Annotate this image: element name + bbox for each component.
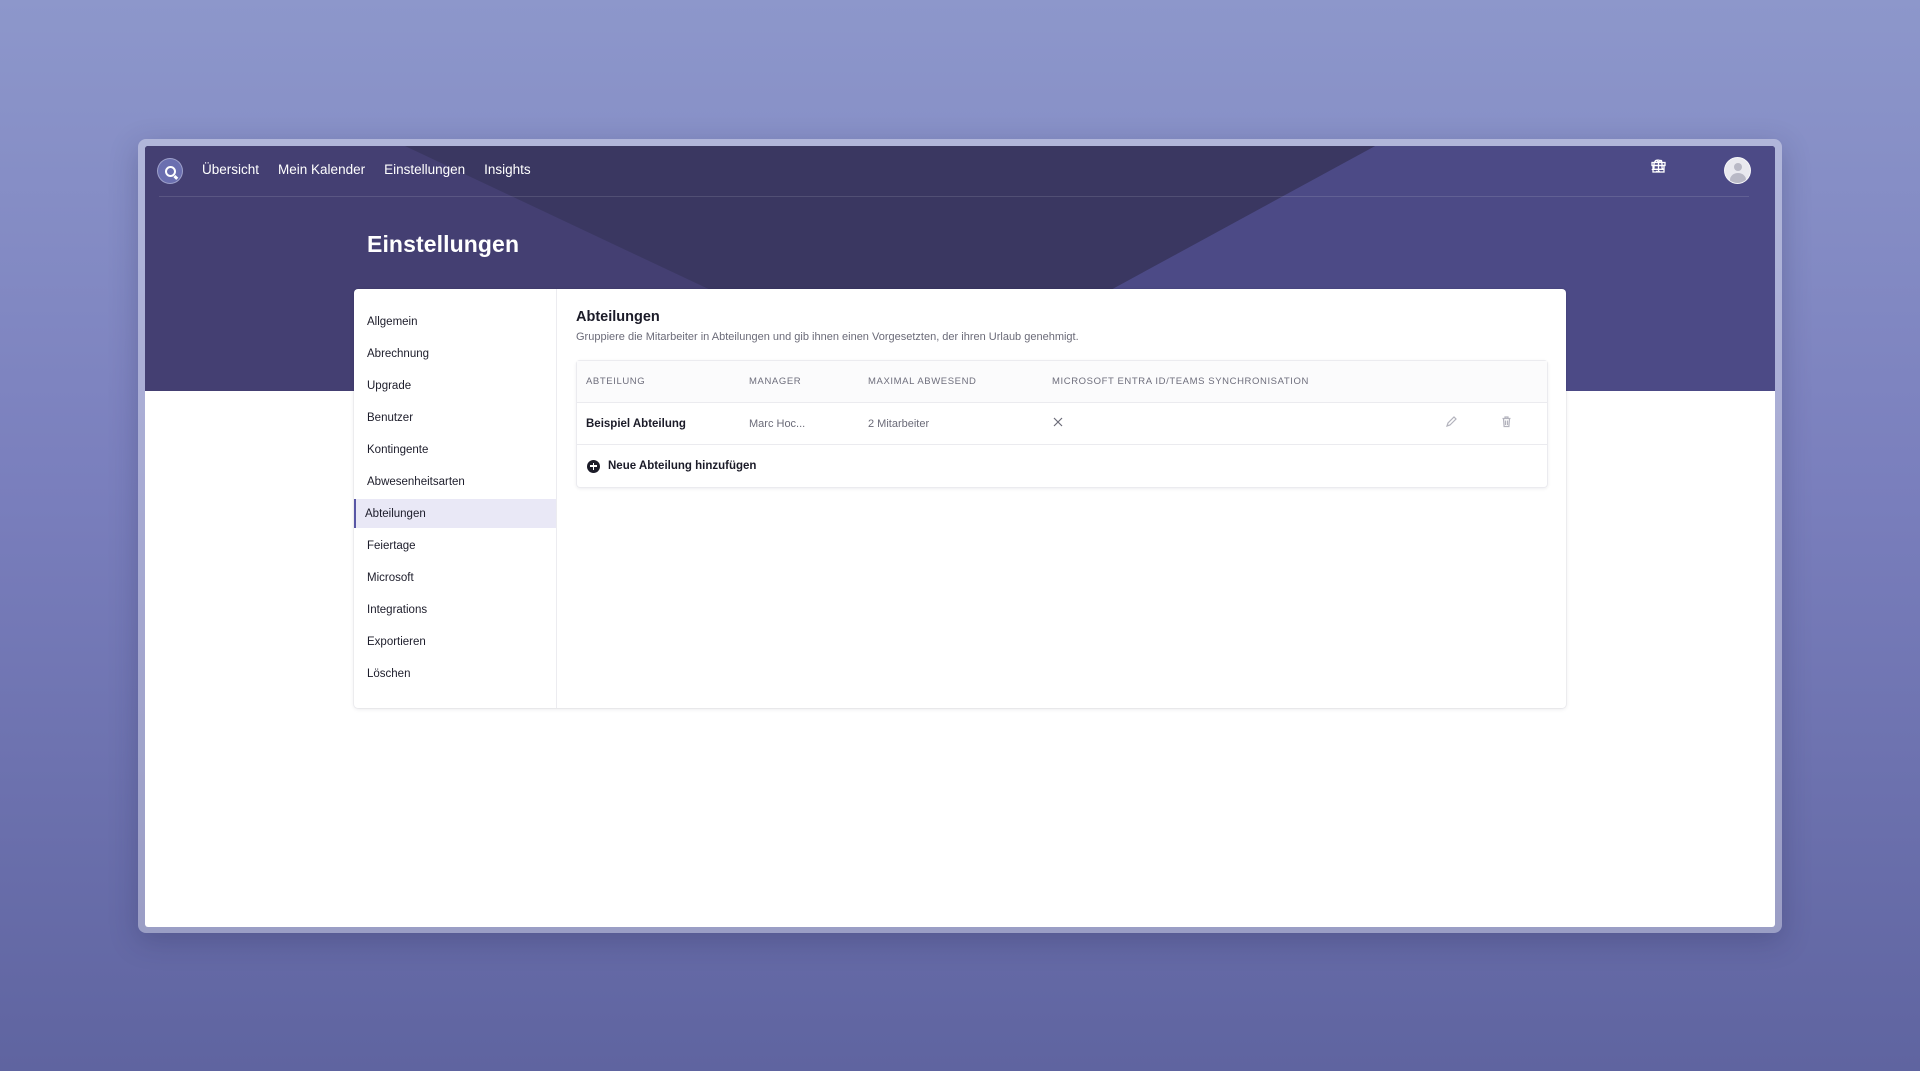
main-nav: Übersicht Mein Kalender Einstellungen In… [202,162,531,177]
edit-icon[interactable] [1445,415,1458,433]
logo-icon [164,165,176,177]
sidebar-item-departments[interactable]: Abteilungen [354,499,556,528]
department-max-absent: 2 Mitarbeiter [868,417,930,430]
nav-my-calendar[interactable]: Mein Kalender [278,162,365,177]
settings-sidebar: Allgemein Abrechnung Upgrade Benutzer Ko… [354,289,557,708]
app-logo[interactable] [157,158,183,184]
sidebar-item-users[interactable]: Benutzer [354,403,556,432]
table-row[interactable]: Beispiel Abteilung Marc Hoc... 2 Mitarbe… [577,403,1547,445]
page-title: Einstellungen [367,231,520,257]
section-title: Abteilungen [576,309,660,325]
plus-circle-icon [587,459,600,473]
column-header-department[interactable]: ABTEILUNG [586,376,645,387]
gift-icon[interactable] [1651,159,1702,182]
nav-overview[interactable]: Übersicht [202,162,259,177]
nav-settings[interactable]: Einstellungen [384,162,465,177]
settings-card: Allgemein Abrechnung Upgrade Benutzer Ko… [354,289,1566,708]
top-navigation: Übersicht Mein Kalender Einstellungen In… [145,146,1775,196]
trash-icon[interactable] [1500,415,1513,433]
departments-table: ABTEILUNG MANAGER MAXIMAL ABWESEND MICRO… [576,360,1548,488]
column-header-sync[interactable]: MICROSOFT ENTRA ID/TEAMS SYNCHRONISATION [1052,376,1309,387]
header-actions [1650,157,1751,184]
table-header: ABTEILUNG MANAGER MAXIMAL ABWESEND MICRO… [577,361,1547,403]
sidebar-item-holidays[interactable]: Feiertage [354,531,556,560]
sidebar-item-absence-types[interactable]: Abwesenheitsarten [354,467,556,496]
sidebar-item-delete[interactable]: Löschen [354,659,556,688]
sidebar-item-integrations[interactable]: Integrations [354,595,556,624]
nav-insights[interactable]: Insights [484,162,531,177]
add-department-label: Neue Abteilung hinzufügen [608,460,757,472]
sidebar-item-microsoft[interactable]: Microsoft [354,563,556,592]
column-header-max-absent[interactable]: MAXIMAL ABWESEND [868,376,977,387]
app-window: Übersicht Mein Kalender Einstellungen In… [145,146,1775,927]
avatar[interactable] [1724,157,1751,184]
sidebar-item-quotas[interactable]: Kontingente [354,435,556,464]
sidebar-item-general[interactable]: Allgemein [354,307,556,336]
section-description: Gruppiere die Mitarbeiter in Abteilungen… [576,331,1079,343]
department-manager: Marc Hoc... [749,417,806,430]
departments-panel: Abteilungen Gruppiere die Mitarbeiter in… [557,289,1566,708]
sidebar-item-export[interactable]: Exportieren [354,627,556,656]
sidebar-item-billing[interactable]: Abrechnung [354,339,556,368]
nav-divider [159,196,1749,197]
sidebar-item-upgrade[interactable]: Upgrade [354,371,556,400]
column-header-manager[interactable]: MANAGER [749,376,801,387]
department-name: Beispiel Abteilung [586,417,686,430]
add-department-button[interactable]: Neue Abteilung hinzufügen [577,445,1547,487]
sync-disabled-icon [1052,415,1064,433]
